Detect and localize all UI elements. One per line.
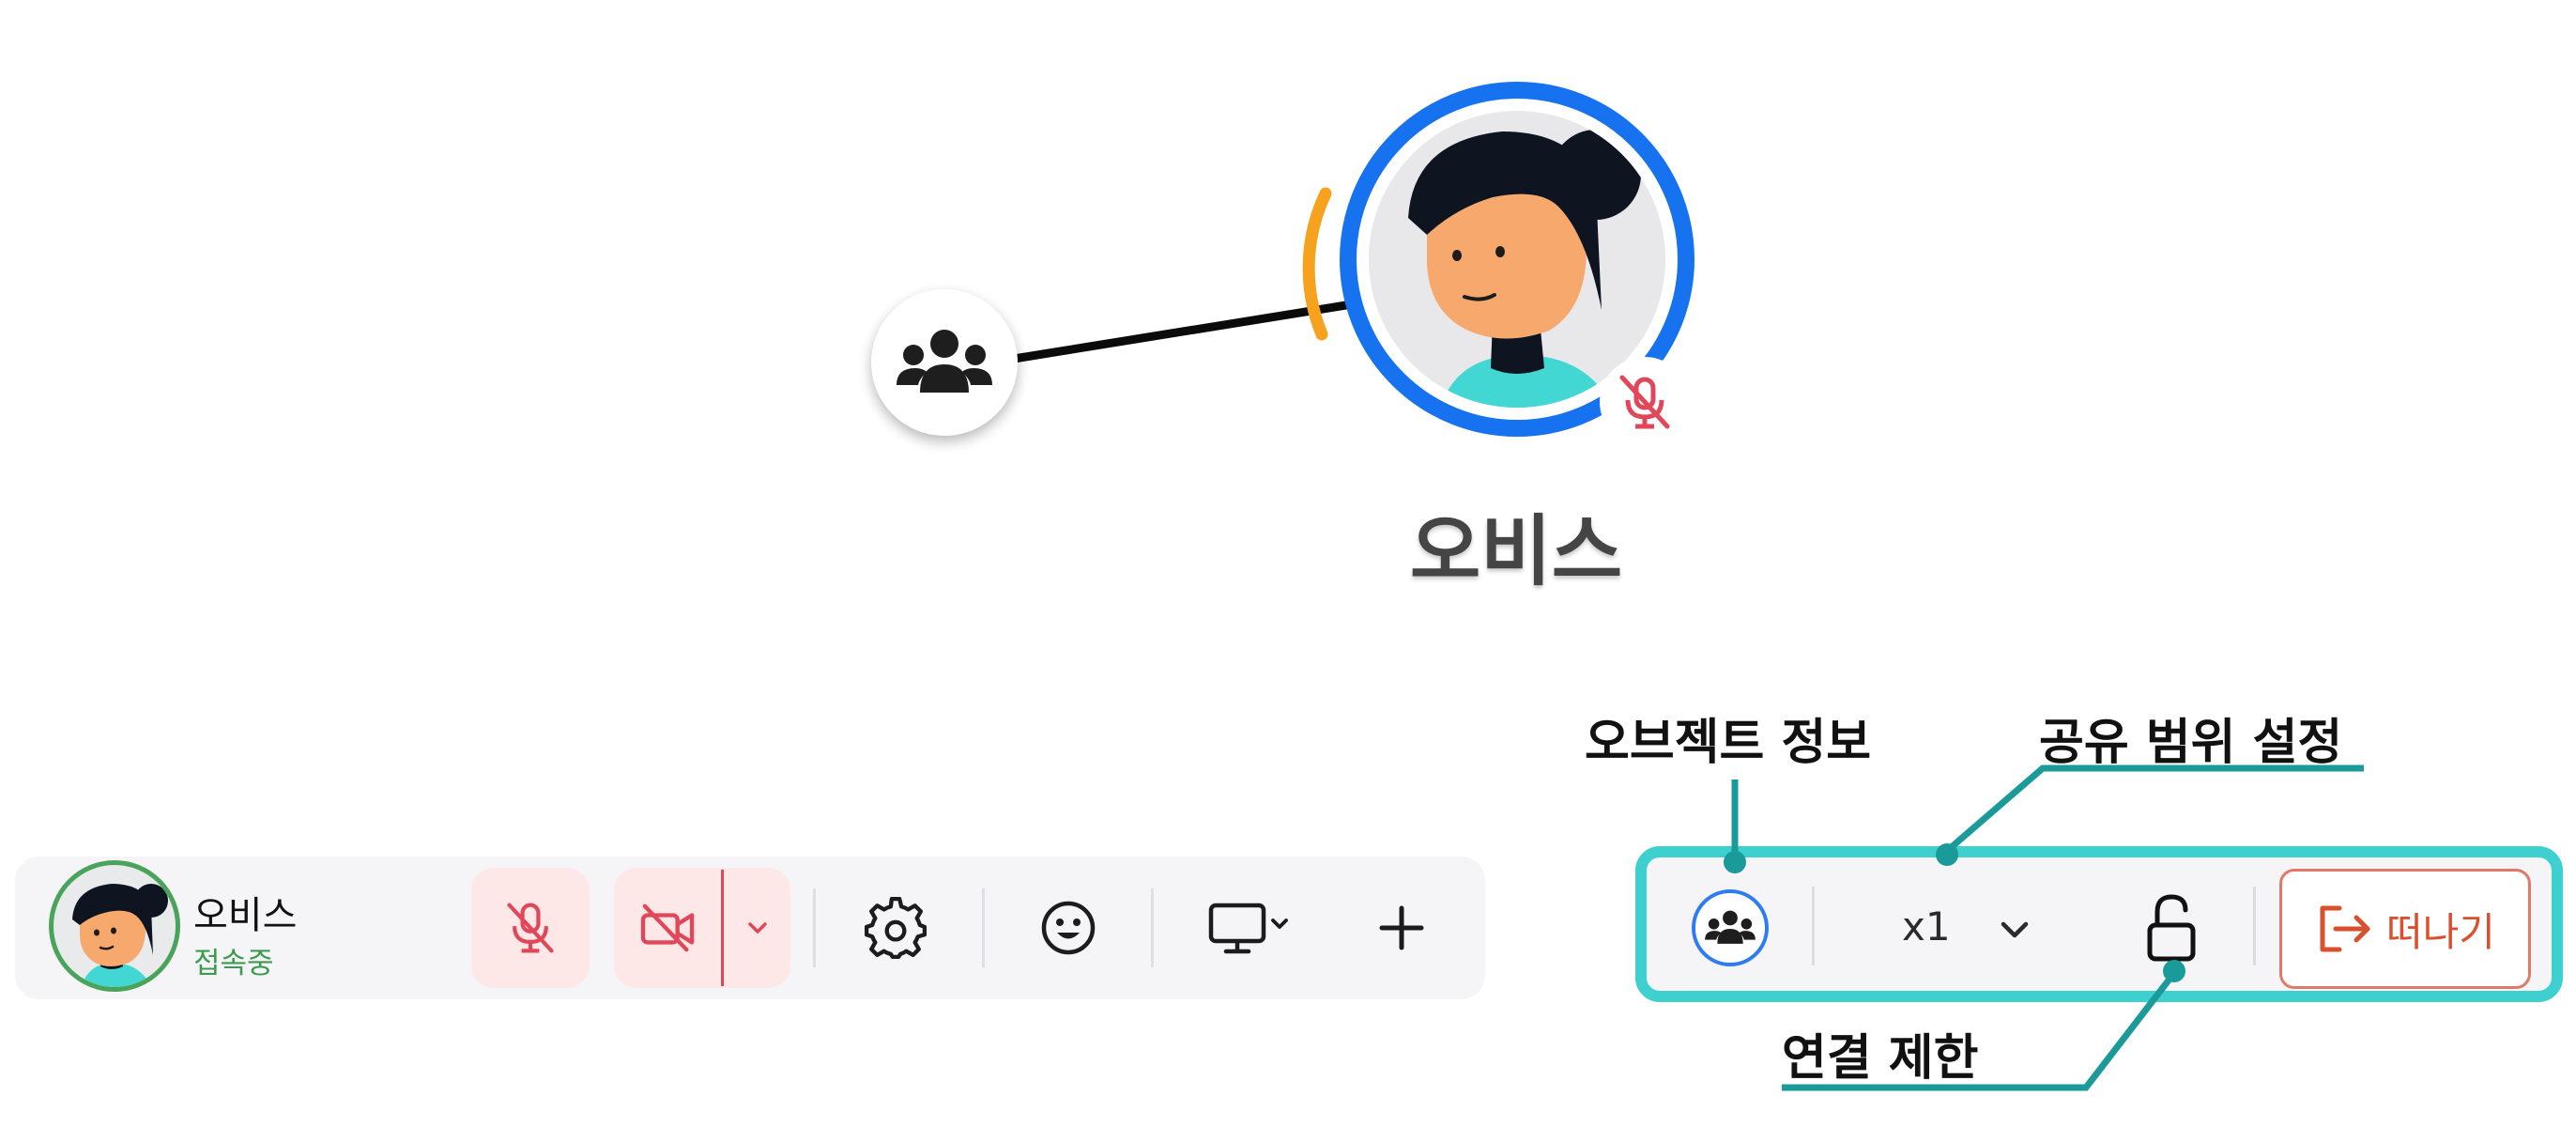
callout-line-share-range bbox=[1944, 764, 2364, 854]
callout-dot bbox=[2163, 960, 2185, 982]
callout-lines bbox=[1724, 764, 2364, 1091]
callout-dot bbox=[1724, 851, 1746, 873]
callout-share-range: 공유 범위 설정 bbox=[2039, 715, 2343, 771]
callout-object-info: 오브젝트 정보 bbox=[1585, 715, 1872, 771]
callout-connection-limit: 연결 제한 bbox=[1782, 1030, 1979, 1087]
callout-dot bbox=[1936, 843, 1958, 866]
